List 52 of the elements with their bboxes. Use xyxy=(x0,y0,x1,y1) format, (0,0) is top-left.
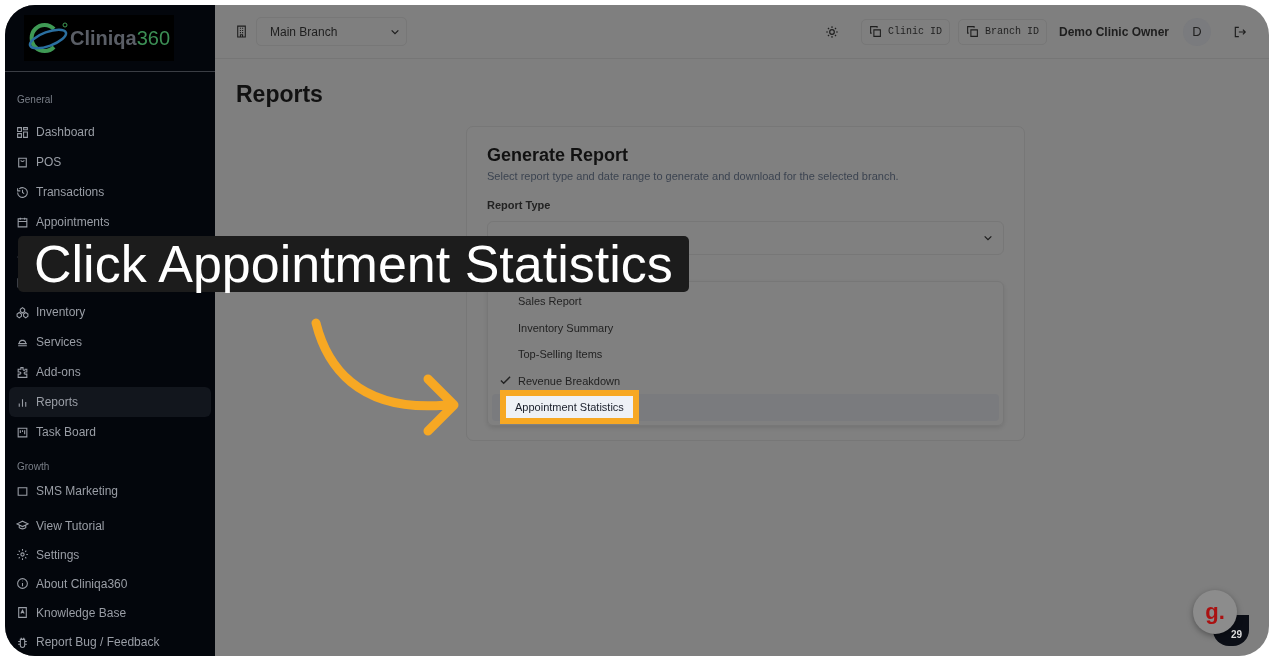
boxes-icon xyxy=(16,305,29,319)
bag-icon xyxy=(16,155,29,169)
sidebar-item[interactable]: Settings xyxy=(9,540,211,569)
building-icon xyxy=(235,25,248,38)
info-icon xyxy=(16,577,29,590)
graduation-cap-icon xyxy=(16,519,29,532)
copy-id-button[interactable]: Clinic ID xyxy=(860,18,950,45)
board-icon xyxy=(16,425,29,439)
sun-icon[interactable] xyxy=(824,24,839,39)
sidebar-item[interactable]: Task Board xyxy=(9,417,211,447)
sidebar-item[interactable]: View Tutorial xyxy=(9,511,211,540)
sidebar-item[interactable]: Knowledge Base xyxy=(9,598,211,627)
copy-id-button[interactable]: Branch ID xyxy=(957,18,1047,45)
branch-select[interactable]: Main Branch xyxy=(256,17,407,46)
square-icon xyxy=(16,484,29,498)
grid-icon xyxy=(16,125,29,139)
copy-icon xyxy=(868,25,882,38)
dropdown-option[interactable]: Inventory Summary xyxy=(518,321,614,334)
avatar-button[interactable]: D xyxy=(1183,17,1211,46)
section-heading: Growth xyxy=(16,461,51,472)
sidebar-item[interactable]: SMS Marketing xyxy=(9,476,211,506)
puzzle-icon xyxy=(16,365,29,379)
sidebar-item[interactable]: Add-ons xyxy=(9,357,211,387)
field-label: Report Type xyxy=(487,199,552,211)
sidebar-item[interactable]: Reports xyxy=(9,387,211,417)
sidebar-item[interactable]: Appointments xyxy=(9,207,211,237)
logo-wordmark: Cliniqa360 xyxy=(70,26,171,50)
sidebar-item[interactable]: Inventory xyxy=(9,297,211,327)
sidebar-item[interactable]: Services xyxy=(9,327,211,357)
sidebar-item[interactable]: Transactions xyxy=(9,177,211,207)
book-icon xyxy=(16,606,29,619)
history-icon xyxy=(16,185,29,199)
bug-icon xyxy=(16,635,29,648)
chevron-down-icon xyxy=(983,233,993,243)
dropdown-option[interactable]: Revenue Breakdown xyxy=(518,374,621,387)
page-title: Reports xyxy=(236,81,324,108)
section-heading: General xyxy=(16,94,54,105)
calendar-icon xyxy=(16,215,29,229)
dropdown-option[interactable]: Top-Selling Items xyxy=(518,348,603,361)
dropdown-option[interactable]: Sales Report xyxy=(518,295,582,308)
sidebar-item[interactable]: Report Bug / Feedback xyxy=(9,627,211,656)
sidebar-item[interactable]: About Cliniqa360 xyxy=(9,569,211,598)
copy-icon xyxy=(965,25,979,38)
user-name: Demo Clinic Owner xyxy=(1058,24,1169,39)
card-description: Select report type and date range to generate and download for the selected branch. xyxy=(487,170,900,182)
instruction-tooltip: Click Appointment Statistics xyxy=(18,236,689,292)
sidebar-item[interactable]: Dashboard xyxy=(9,117,211,147)
card-title: Generate Report xyxy=(487,145,630,166)
ring-logo-icon xyxy=(28,21,68,55)
logout-icon[interactable] xyxy=(1233,24,1247,39)
sidebar-item[interactable]: POS xyxy=(9,147,211,177)
settings-icon xyxy=(16,548,29,561)
